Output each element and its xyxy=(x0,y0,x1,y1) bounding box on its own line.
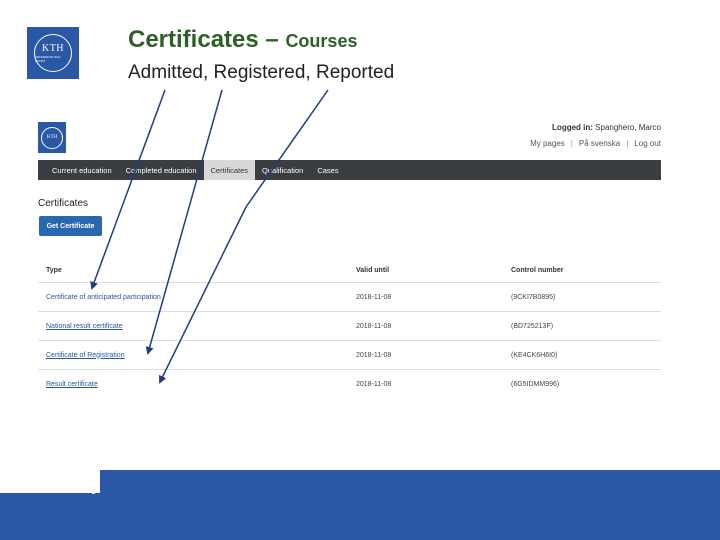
table-header-row: Type Valid until Control number xyxy=(38,258,661,283)
main-navbar: Current education Completed education Ce… xyxy=(38,160,661,180)
certificate-link[interactable]: Result certificate xyxy=(46,381,98,388)
tab-completed-education[interactable]: Completed education xyxy=(119,160,204,180)
footer-band xyxy=(100,470,720,540)
cell-valid-until: 2018-11-08 xyxy=(356,369,511,398)
certificate-link[interactable]: Certificate of anticipated participation xyxy=(46,294,161,301)
certificate-link[interactable]: National result certificate xyxy=(46,323,123,330)
top-links-separator: | xyxy=(626,139,629,148)
kth-logo-emblem: KTH VETENSKAP OCH KONST xyxy=(34,34,72,72)
top-links: My pages | På svenska | Log out xyxy=(530,139,661,148)
cell-valid-until: 2018-11-08 xyxy=(356,311,511,341)
cell-type: Certificate of Registration xyxy=(38,340,356,370)
app-kth-logo-emblem: KTH xyxy=(41,126,63,149)
column-header-control-number: Control number xyxy=(511,266,564,274)
cell-valid-until: 2018-11-08 xyxy=(356,282,511,312)
slide-subtitle: Admitted, Registered, Reported xyxy=(128,62,395,83)
app-screenshot: KTH Logged in: Spanghero, Marco My pages… xyxy=(38,118,661,398)
column-header-type: Type xyxy=(46,266,62,274)
kth-logo: KTH VETENSKAP OCH KONST xyxy=(27,27,79,79)
logged-in-label: Logged in: xyxy=(552,123,593,132)
language-link[interactable]: På svenska xyxy=(579,139,620,148)
tab-current-education[interactable]: Current education xyxy=(38,160,119,180)
table-row: Certificate of Registration 2018-11-08 (… xyxy=(38,340,661,370)
cell-type: Result certificate xyxy=(38,369,356,398)
tab-certificates[interactable]: Certificates xyxy=(203,160,256,180)
logged-in-info: Logged in: Spanghero, Marco xyxy=(552,123,661,132)
tab-qualification[interactable]: Qualification xyxy=(255,160,310,180)
app-kth-logo[interactable]: KTH xyxy=(38,122,66,153)
footer-band-left xyxy=(0,493,100,540)
certificate-link[interactable]: Certificate of Registration xyxy=(46,352,125,359)
certificates-table: Type Valid until Control number Certific… xyxy=(38,258,661,398)
table-row: National result certificate 2018-11-08 (… xyxy=(38,311,661,341)
cell-valid-until: 2018-11-08 xyxy=(356,340,511,370)
slide-title: Certificates – Courses xyxy=(128,26,357,54)
get-certificate-button[interactable]: Get Certificate xyxy=(39,216,102,236)
table-row: Result certificate 2018-11-08 (6G5IDMM99… xyxy=(38,369,661,398)
cell-control-number: (6G5IDMM996) xyxy=(511,369,661,398)
slide-title-sub: Courses xyxy=(285,31,358,51)
kth-logo-text: KTH xyxy=(41,43,65,54)
logged-in-user: Spanghero, Marco xyxy=(595,123,661,132)
slide-title-dash: – xyxy=(265,26,279,53)
tab-cases[interactable]: Cases xyxy=(310,160,345,180)
cell-control-number: (KE4CK6H6I0) xyxy=(511,340,661,370)
column-header-valid-until: Valid until xyxy=(356,266,390,274)
table-row: Certificate of anticipated participation… xyxy=(38,282,661,312)
my-pages-link[interactable]: My pages xyxy=(530,139,565,148)
log-out-link[interactable]: Log out xyxy=(634,139,661,148)
top-links-separator: | xyxy=(570,139,573,148)
cell-type: Certificate of anticipated participation xyxy=(38,282,356,312)
slide-title-main: Certificates xyxy=(128,26,259,53)
kth-logo-subtext: VETENSKAP OCH KONST xyxy=(35,55,61,63)
section-heading: Certificates xyxy=(38,198,89,209)
cell-control-number: (BD725213F) xyxy=(511,311,661,341)
cell-control-number: (9CKI7B0895) xyxy=(511,282,661,312)
cell-type: National result certificate xyxy=(38,311,356,341)
